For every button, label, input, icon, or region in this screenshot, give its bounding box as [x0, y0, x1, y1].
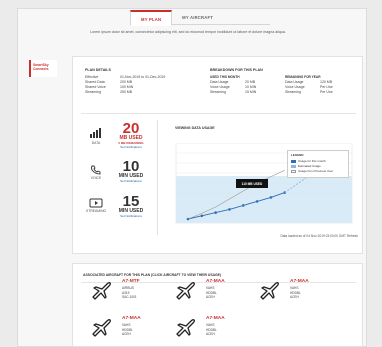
- remaining-row-key: Streaming: [285, 90, 301, 94]
- play-screen-icon: [89, 198, 103, 208]
- usage-label-data: Data: [91, 141, 101, 145]
- usage-label-streaming: Streaming: [86, 209, 107, 213]
- legend-label: Usage for this month: [298, 159, 326, 163]
- legend-label: Usage from Previous Year: [298, 169, 333, 173]
- aircraft-line2: ACEH: [206, 332, 215, 336]
- aircraft-model: VAHS: [122, 323, 131, 327]
- divider: [157, 120, 158, 235]
- airplane-icon: [176, 282, 195, 300]
- breakdown-columns: Used this month Data Usage 20 MB Voice Us…: [210, 75, 355, 95]
- legend-swatch: [291, 169, 296, 173]
- plan-row-key: Streaming: [85, 90, 101, 94]
- plan-row: Streaming 250 MB: [85, 90, 165, 95]
- remaining-row-value: Per Use: [320, 90, 333, 94]
- usage-label-voice: Voice: [90, 176, 102, 180]
- aircraft-id: A7-MAA: [206, 316, 225, 321]
- plan-details-title: Plan Details: [85, 68, 111, 72]
- sidebar-item-smartsky[interactable]: SmartSky Connects: [29, 60, 57, 77]
- remaining-row: Streaming Per Use: [285, 90, 355, 95]
- chart-point: [228, 208, 231, 211]
- used-row-key: Streaming: [210, 90, 226, 94]
- remaining-column: Remaining for year Data Usage 120 MB Voic…: [285, 75, 355, 95]
- used-heading: Used this month: [210, 75, 240, 79]
- legend-swatch: [291, 164, 296, 168]
- plan-details: Plan Details Effective 01-Nov-2019 to 01-…: [85, 68, 165, 95]
- aircraft-id: A7-MTF: [122, 279, 140, 284]
- tab-bar: My Plan My Aircraft: [130, 10, 270, 26]
- signal-bars-icon: [90, 128, 101, 138]
- chart-point: [200, 214, 204, 218]
- aircraft-line2: ACEH: [122, 332, 131, 336]
- breakdown: Breakdown for this plan Used this month …: [210, 68, 355, 95]
- data-used-value: 20: [122, 120, 140, 137]
- aircraft-tile[interactable]: A7-MAA VAHS HDDBL ACEH: [256, 278, 336, 308]
- legend-item: Usage from Previous Year: [291, 169, 345, 173]
- airplane-icon: [92, 282, 111, 300]
- chart-legend: LEGEND Usage for this month Estimated Us…: [287, 150, 349, 178]
- set-notifications-link[interactable]: Set Notifications: [114, 145, 148, 149]
- used-row: Streaming 15 MIN: [210, 90, 285, 95]
- aircraft-line2: SAC-1001: [122, 295, 137, 299]
- voice-used-value: 10: [122, 158, 140, 175]
- airplane-icon: [92, 319, 111, 337]
- aircraft-line2: ACEH: [290, 295, 299, 299]
- aircraft-id: A7-MAA: [206, 279, 225, 284]
- chart-title: Viewing Data Usage: [175, 126, 215, 130]
- chart-point: [269, 196, 273, 199]
- legend-item: Usage for this month: [291, 159, 345, 163]
- used-column: Used this month Data Usage 20 MB Voice Us…: [210, 75, 285, 95]
- legend-swatch: [291, 159, 296, 163]
- streaming-used-value: 15: [122, 193, 140, 210]
- aircraft-tile[interactable]: A7-MAA VAHS HDDBL ACEH: [172, 278, 252, 308]
- airplane-icon: [260, 282, 279, 300]
- phone-icon: [91, 165, 101, 175]
- aircraft-section-title: Associated aircraft for this plan (click…: [83, 273, 222, 277]
- tab-my-aircraft[interactable]: My Aircraft: [172, 10, 223, 25]
- chart-point: [255, 200, 259, 203]
- intro-text: Lorem ipsum dolor sit amet, consectetur …: [90, 30, 286, 34]
- chart-point: [241, 204, 245, 207]
- aircraft-id: A7-MAA: [122, 316, 141, 321]
- aircraft-model: VAHS: [290, 286, 299, 290]
- divider: [81, 113, 356, 114]
- remaining-heading: Remaining for year: [285, 75, 321, 79]
- legend-item: Estimated Usage: [291, 164, 345, 168]
- plan-row-value: 250 MB: [120, 90, 133, 94]
- aircraft-id: A7-MAA: [290, 279, 309, 284]
- aircraft-model: Airbus: [122, 286, 134, 290]
- chart-footer: Data loaded as of 04-Nov-2019 03:00:00 G…: [280, 234, 358, 238]
- aircraft-tile[interactable]: A7-MAA VAHS HDDBL ACEH: [172, 315, 252, 345]
- aircraft-tile[interactable]: A7-MAA VAHS HDDBL ACEH: [88, 315, 168, 345]
- aircraft-line2: ACEH: [206, 295, 215, 299]
- chart-tooltip: 110 MB USED: [236, 179, 268, 188]
- used-row-value: 15 MIN: [245, 90, 257, 94]
- aircraft-model: VAHS: [206, 286, 215, 290]
- aircraft-model: VAHS: [206, 323, 215, 327]
- legend-title: LEGEND: [291, 153, 304, 157]
- breakdown-title: Breakdown for this plan: [210, 68, 263, 72]
- airplane-icon: [176, 319, 195, 337]
- chart-point: [214, 211, 217, 214]
- aircraft-tile[interactable]: A7-MTF Airbus A319 SAC-1001: [88, 278, 168, 308]
- set-notifications-link[interactable]: Set Notifications: [114, 214, 148, 218]
- sidebar-label-line2: Connects: [33, 67, 49, 72]
- tab-my-plan[interactable]: My Plan: [130, 10, 173, 26]
- legend-label: Estimated Usage: [298, 164, 321, 168]
- set-notifications-link[interactable]: Set Notifications: [114, 179, 148, 183]
